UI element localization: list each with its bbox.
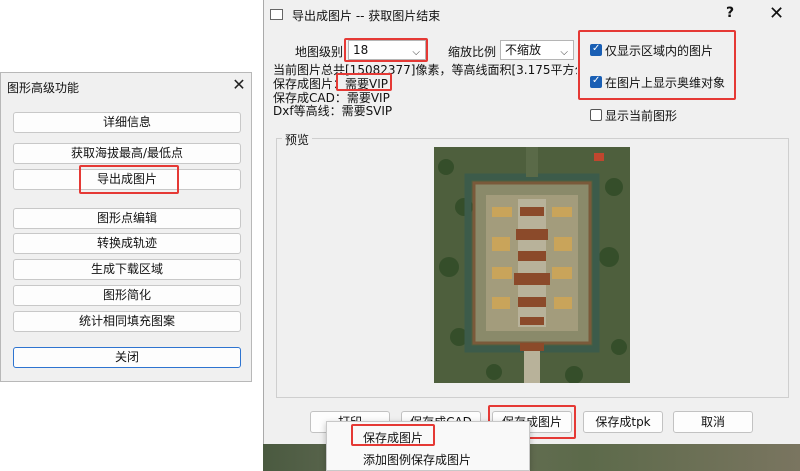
map-level-select[interactable]: 18 ⌵ <box>348 40 426 60</box>
dxf-info: Dxf等高线：需要SVIP <box>273 104 393 118</box>
count-fill-pattern-button[interactable]: 统计相同填充图案 <box>13 311 241 332</box>
menu-item-save-with-legend[interactable]: 添加图例保存成图片 <box>363 451 471 468</box>
details-button[interactable]: 详细信息 <box>13 112 241 133</box>
close-icon[interactable]: ✕ <box>769 3 784 24</box>
satellite-preview-image <box>434 147 630 383</box>
chevron-down-icon: ⌵ <box>412 47 420 58</box>
advanced-functions-panel: 图形高级功能 ✕ 详细信息 获取海拔最高/最低点 导出成图片 图形点编辑 转换成… <box>0 72 252 382</box>
cancel-button[interactable]: 取消 <box>673 411 753 433</box>
show-objects-label: 在图片上显示奥维对象 <box>605 76 726 90</box>
show-current-shape-label: 显示当前图形 <box>605 109 678 123</box>
menu-item-save-image[interactable]: 保存成图片 <box>363 429 423 446</box>
convert-to-track-button[interactable]: 转换成轨迹 <box>13 233 241 254</box>
scale-label: 缩放比例 <box>448 45 497 59</box>
help-icon[interactable]: ? <box>726 5 734 21</box>
preview-label: 预览 <box>282 131 313 148</box>
map-level-value: 18 <box>353 43 369 57</box>
only-region-checkbox[interactable] <box>590 43 602 56</box>
panel-title: 图形高级功能 <box>7 81 80 95</box>
map-level-label: 地图级别 <box>295 45 344 59</box>
chevron-down-icon: ⌵ <box>560 47 568 58</box>
dialog-title: 导出成图片 -- 获取图片结束 <box>292 9 441 23</box>
simplify-shape-button[interactable]: 图形简化 <box>13 285 241 306</box>
elevation-extremes-button[interactable]: 获取海拔最高/最低点 <box>13 143 241 164</box>
save-tpk-button[interactable]: 保存成tpk <box>583 411 663 433</box>
window-icon <box>270 9 283 20</box>
only-region-label: 仅显示区域内的图片 <box>605 44 714 58</box>
show-objects-checkbox[interactable] <box>590 75 602 88</box>
export-image-dialog: 导出成图片 -- 获取图片结束 ? ✕ 地图级别 18 ⌵ 缩放比例 不缩放 ⌵… <box>263 0 800 444</box>
panel-close-button[interactable]: 关闭 <box>13 347 241 368</box>
shape-point-edit-button[interactable]: 图形点编辑 <box>13 208 241 229</box>
generate-download-area-button[interactable]: 生成下载区域 <box>13 259 241 280</box>
scale-value: 不缩放 <box>505 43 542 57</box>
scale-select[interactable]: 不缩放 ⌵ <box>500 40 574 60</box>
export-image-button[interactable]: 导出成图片 <box>13 169 241 190</box>
close-icon[interactable]: ✕ <box>229 75 249 95</box>
show-current-shape-checkbox[interactable] <box>590 109 602 121</box>
save-image-menu: 保存成图片 添加图例保存成图片 <box>326 421 530 471</box>
